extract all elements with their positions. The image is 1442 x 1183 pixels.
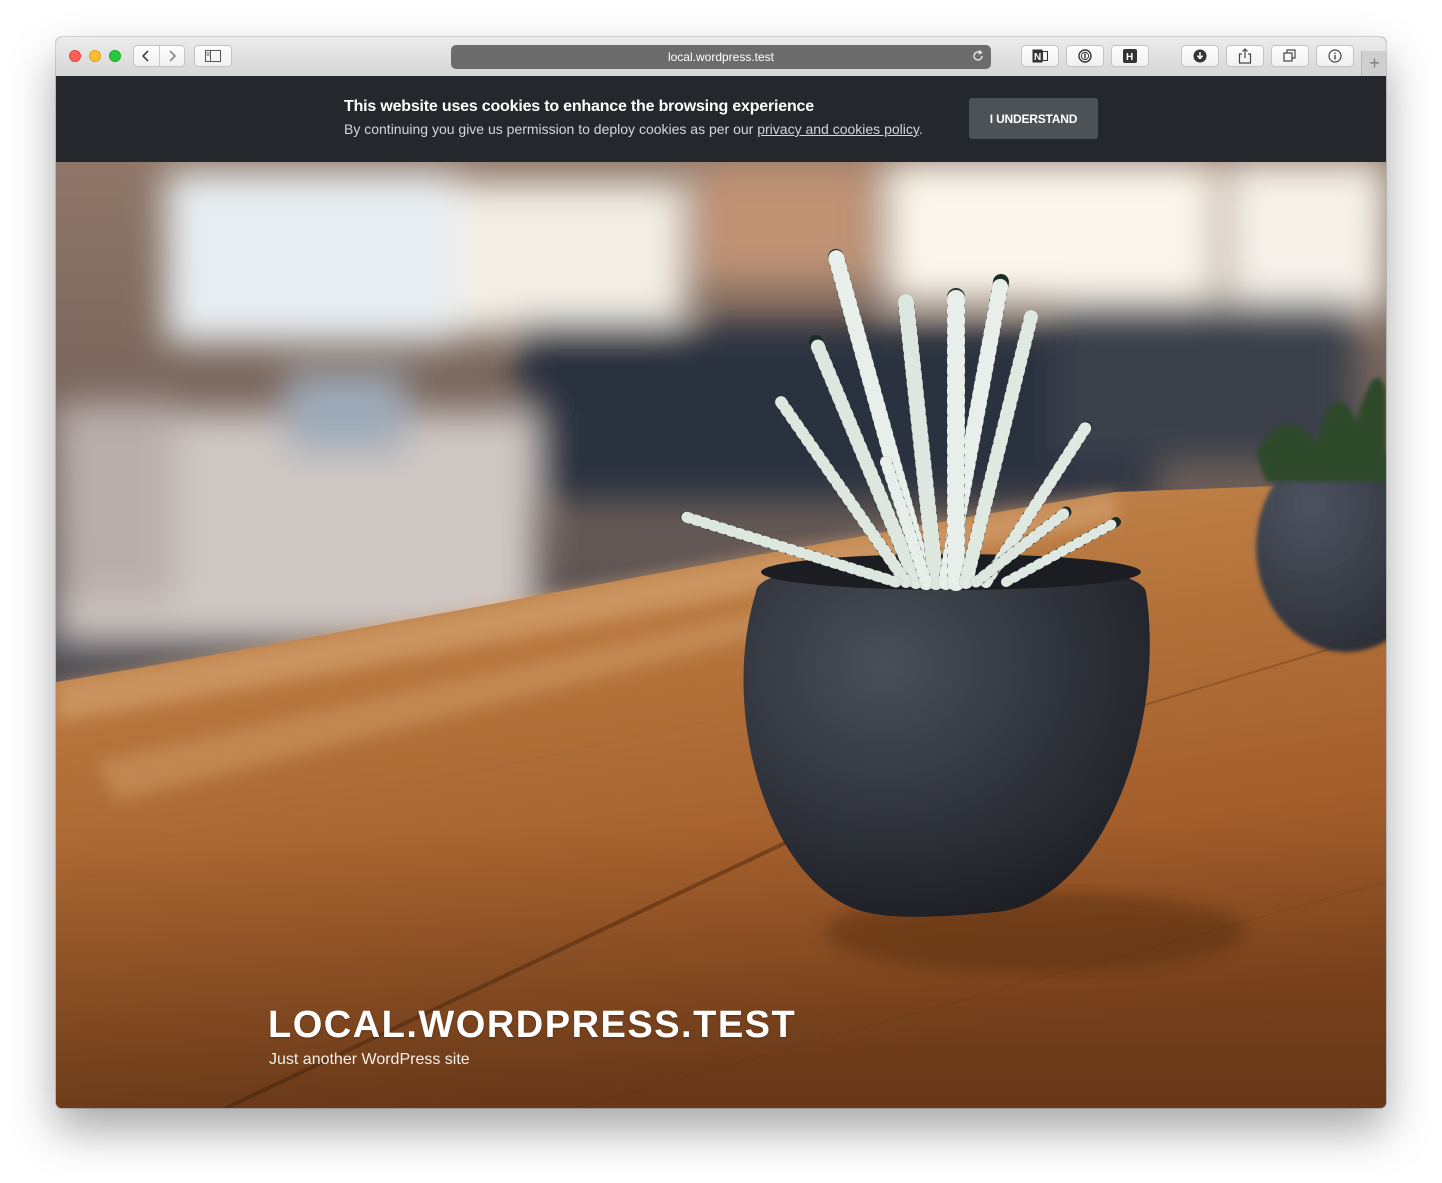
- cookie-banner: This website uses cookies to enhance the…: [56, 76, 1386, 162]
- h-extension-button[interactable]: H: [1111, 45, 1149, 67]
- sidebar-icon: [205, 50, 221, 62]
- info-icon: [1328, 49, 1342, 63]
- zoom-window-button[interactable]: [109, 50, 121, 62]
- url-text: local.wordpress.test: [667, 50, 775, 64]
- svg-text:N: N: [1034, 52, 1041, 63]
- new-tab-icon: +: [1369, 53, 1380, 73]
- browser-window: local.wordpress.test N H + This website …: [56, 37, 1386, 1108]
- tabs-icon: [1283, 49, 1296, 62]
- site-info-button[interactable]: [1316, 45, 1354, 67]
- address-bar[interactable]: local.wordpress.test: [451, 45, 991, 69]
- downloads-icon: [1193, 49, 1207, 63]
- sidebar-button[interactable]: [194, 45, 232, 67]
- 1password-icon: [1078, 49, 1092, 63]
- forward-icon: [169, 50, 176, 62]
- downloads-button[interactable]: [1181, 45, 1219, 67]
- privacy-policy-link[interactable]: privacy and cookies policy: [757, 121, 919, 137]
- hero-photo: [56, 162, 1386, 1108]
- 1password-extension-button[interactable]: [1066, 45, 1104, 67]
- share-icon: [1238, 48, 1252, 64]
- tab-overview-button[interactable]: [1271, 45, 1309, 67]
- minimize-window-button[interactable]: [89, 50, 101, 62]
- back-icon: [142, 50, 149, 62]
- cookie-banner-title: This website uses cookies to enhance the…: [344, 98, 814, 115]
- hero-header-image: LOCAL.WORDPRESS.TEST Just another WordPr…: [56, 162, 1386, 1108]
- browser-toolbar: local.wordpress.test N H +: [56, 37, 1386, 77]
- share-button[interactable]: [1226, 45, 1264, 67]
- svg-text:H: H: [1126, 52, 1133, 63]
- cookie-text-after: .: [918, 121, 923, 137]
- cookie-banner-text: By continuing you give us permission to …: [344, 121, 923, 137]
- site-title[interactable]: LOCAL.WORDPRESS.TEST: [268, 1004, 796, 1047]
- forward-button[interactable]: [160, 46, 185, 66]
- history-nav: [133, 45, 185, 67]
- reload-icon[interactable]: [971, 49, 985, 63]
- onenote-icon: N: [1032, 49, 1048, 63]
- close-window-button[interactable]: [69, 50, 81, 62]
- new-tab-button[interactable]: +: [1361, 51, 1386, 76]
- cookie-text-before: By continuing you give us permission to …: [344, 121, 758, 137]
- back-button[interactable]: [134, 46, 160, 66]
- site-tagline: Just another WordPress site: [269, 1051, 470, 1068]
- onenote-extension-button[interactable]: N: [1021, 45, 1059, 67]
- accept-cookies-button[interactable]: I UNDERSTAND: [969, 98, 1098, 139]
- h-extension-icon: H: [1123, 49, 1137, 63]
